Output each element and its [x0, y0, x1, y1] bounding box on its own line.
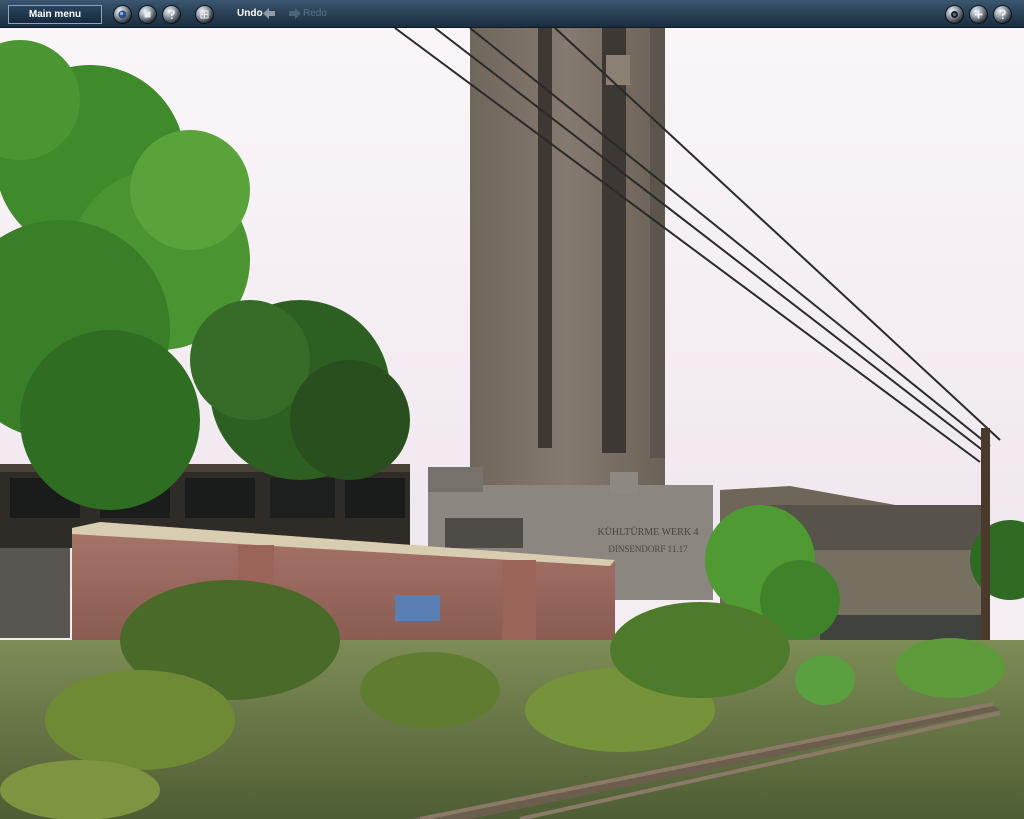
redo-arrow-icon[interactable] — [288, 7, 302, 20]
main-menu-button[interactable]: Main menu — [8, 5, 102, 24]
stop-icon[interactable] — [139, 6, 156, 23]
undo-arrow-icon[interactable] — [262, 7, 276, 20]
camera-icon[interactable] — [946, 6, 963, 23]
grid-icon[interactable] — [196, 6, 213, 23]
earth-icon[interactable] — [114, 6, 131, 23]
plus-icon[interactable] — [970, 6, 987, 23]
cooling-tower — [470, 28, 665, 498]
building-sign-line1: KÜHLTÜRME WERK 4 — [597, 526, 698, 538]
redo-label[interactable]: Redo — [303, 8, 327, 19]
utility-pole — [981, 428, 990, 668]
game-viewport[interactable]: KÜHLTÜRME WERK 4 DINSENDORF 11.17 — [0, 0, 1024, 819]
help-icon[interactable] — [994, 6, 1011, 23]
toolbar: Main menu Undo Redo — [0, 0, 1024, 28]
help-icon[interactable] — [163, 6, 180, 23]
building-sign-line2: DINSENDORF 11.17 — [608, 544, 688, 554]
undo-label[interactable]: Undo — [237, 8, 263, 19]
